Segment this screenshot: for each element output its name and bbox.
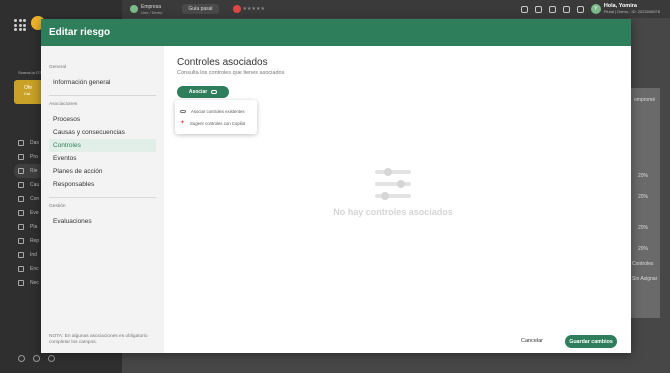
document-icon[interactable] — [534, 5, 542, 13]
modal-title: Editar riesgo — [49, 27, 111, 38]
cancel-button[interactable]: Cancelar — [521, 338, 543, 344]
menu-item-label: Asociar controles existentes — [191, 108, 245, 114]
nav-item-info[interactable]: Información general — [49, 76, 156, 89]
survey-icon — [18, 266, 24, 272]
rating-stars: ★★★★★ — [242, 6, 265, 12]
dashboard-icon — [18, 140, 24, 146]
nav-divider — [49, 95, 156, 96]
user-sub: Plural | Demo - ID: 2023006578 — [603, 9, 660, 14]
user-menu[interactable]: Y Hola, Yomira Plural | Demo - ID: 20230… — [590, 3, 660, 15]
plan-icon — [18, 224, 24, 230]
background-text: 20% — [638, 246, 649, 252]
people-icon[interactable] — [520, 5, 528, 13]
company-sub: Uno / Demo — [141, 9, 163, 15]
avatar: Y — [590, 4, 601, 14]
modal-header: Editar riesgo — [41, 19, 631, 46]
nav-item-eventos[interactable]: Eventos — [49, 152, 156, 165]
background-text: Sin Asignar — [632, 276, 658, 282]
save-button[interactable]: Guardar cambios — [565, 335, 617, 348]
nav-item-controles[interactable]: Controles — [49, 139, 156, 152]
need-icon — [18, 280, 24, 286]
content-title: Controles asociados — [177, 57, 268, 68]
guide-dropdown[interactable]: Guía pasal — [182, 4, 219, 14]
help-icon[interactable] — [18, 355, 25, 362]
apps-grid-icon[interactable] — [14, 19, 26, 31]
content-subtitle: Consulta los controles que tienes asocia… — [177, 70, 285, 76]
sidebar-title: Somos la OT — [18, 70, 42, 75]
nav-item-responsables[interactable]: Responsables — [49, 178, 156, 191]
promo-title: Ofe — [24, 85, 33, 91]
topbar-actions: Y Hola, Yomira Plural | Demo - ID: 20230… — [520, 3, 660, 15]
nav-item-planes[interactable]: Planes de acción — [49, 165, 156, 178]
billing-icon[interactable] — [48, 355, 55, 362]
menu-item-suggest-copilot[interactable]: ✦ Sugerir controles con Copilot — [175, 117, 257, 129]
empty-state: No hay controles asociados — [333, 167, 453, 217]
nav-item-causas[interactable]: Causas y consecuencias — [49, 126, 156, 139]
promo-card[interactable]: Ofe Dat — [14, 80, 44, 104]
sidebar-bottom — [18, 355, 55, 362]
app-topbar: Empresa Uno / Demo Guía pasal ★★★★★ Y Ho… — [122, 0, 670, 18]
cause-icon — [18, 182, 24, 188]
nav-item-procesos[interactable]: Procesos — [49, 113, 156, 126]
sliders-icon — [375, 167, 411, 201]
copilot-sparkle-icon: ✦ — [180, 120, 186, 126]
user-icon[interactable] — [33, 355, 40, 362]
background-text: 20% — [638, 225, 649, 231]
associate-button[interactable]: Asociar — [177, 86, 229, 98]
sparkle-icon[interactable] — [576, 5, 584, 13]
menu-item-link-existing[interactable]: Asociar controles existentes — [175, 105, 257, 117]
gear-icon[interactable] — [562, 5, 570, 13]
company-label: Empresa — [141, 3, 162, 10]
background-text: ompromé — [634, 97, 656, 103]
link-icon — [180, 109, 186, 113]
control-icon — [18, 196, 24, 202]
report-icon — [18, 238, 24, 244]
chevron-down-icon — [211, 90, 218, 94]
nav-group-gestion: Gestión — [49, 204, 66, 209]
nav-group-associations: Asociaciones — [49, 102, 78, 107]
menu-item-label: Sugerir controles con Copilot — [190, 120, 246, 126]
company-selector[interactable]: Empresa Uno / Demo — [130, 4, 162, 15]
nav-item-evaluaciones[interactable]: Evaluaciones — [49, 215, 156, 228]
background-text: Controles — [632, 261, 654, 267]
associate-dropdown: Asociar controles existentes ✦ Sugerir c… — [175, 100, 257, 134]
background-text: 20% — [638, 173, 649, 179]
nav-divider — [49, 197, 156, 198]
associate-button-label: Asociar — [188, 89, 208, 95]
edit-risk-modal: Editar riesgo General Información genera… — [41, 19, 631, 353]
nav-group-general: General — [49, 65, 67, 70]
rating-logo-icon — [232, 5, 241, 13]
bell-icon[interactable] — [548, 5, 556, 13]
nav-note: NOTA: En algunas asociaciones es obligat… — [49, 334, 148, 345]
risk-icon — [18, 168, 24, 174]
empty-state-text: No hay controles asociados — [333, 207, 453, 217]
modal-nav: General Información general Asociaciones… — [41, 46, 164, 353]
event-icon — [18, 210, 24, 216]
content-area: Controles asociados Consulta los control… — [175, 57, 285, 134]
company-logo-icon — [130, 5, 138, 13]
promo-sub: Dat — [24, 91, 31, 96]
background-panel — [630, 88, 660, 318]
indicator-icon — [18, 252, 24, 258]
process-icon — [18, 154, 24, 160]
rating-widget[interactable]: ★★★★★ — [232, 5, 265, 13]
background-text: 20% — [638, 194, 649, 200]
